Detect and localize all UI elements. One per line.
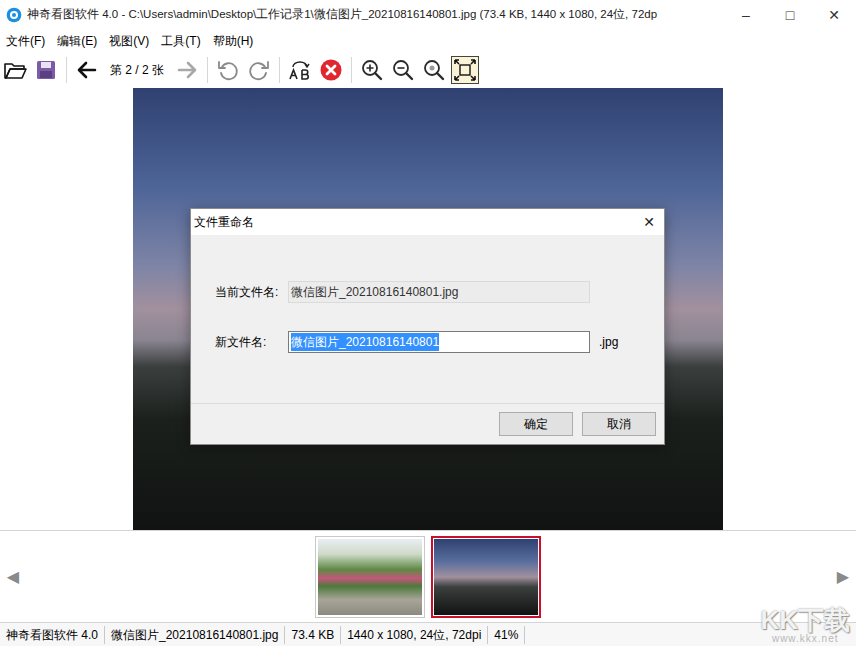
watermark-logo: KK下载 xyxy=(760,607,850,633)
status-cell: 41% xyxy=(488,626,525,644)
zoom-out-button[interactable] xyxy=(389,56,417,84)
minimize-button[interactable]: – xyxy=(724,5,768,26)
save-button[interactable] xyxy=(32,56,60,84)
thumbnail-image xyxy=(434,539,538,615)
menu-item[interactable]: 帮助(H) xyxy=(207,29,260,53)
thumbnail-list xyxy=(22,536,834,618)
delete-button[interactable] xyxy=(317,56,345,84)
thumbnail[interactable] xyxy=(431,536,541,618)
folder-open-icon xyxy=(3,58,27,82)
dialog-close-button[interactable]: ✕ xyxy=(634,212,664,233)
rename-icon xyxy=(288,58,312,82)
toolbar-separator xyxy=(351,57,352,83)
close-button[interactable]: ✕ xyxy=(812,5,856,26)
rename-dialog: 文件重命名✕当前文件名:微信图片_20210816140801.jpg新文件名:… xyxy=(190,208,665,445)
thumbnail-prev-button[interactable]: ◀ xyxy=(4,565,22,589)
thumbnail-next-button[interactable]: ▶ xyxy=(834,565,852,589)
new-name-row: 新文件名:微信图片_20210816140801 .jpg xyxy=(215,331,640,353)
current-name-label: 当前文件名: xyxy=(215,283,288,301)
status-cell: 1440 x 1080, 24位, 72dpi xyxy=(341,626,488,644)
app-window: 神奇看图软件 4.0 - C:\Users\admin\Desktop\工作记录… xyxy=(0,0,856,646)
zoom-in-button[interactable] xyxy=(358,56,386,84)
status-cell: 73.4 KB xyxy=(285,626,341,644)
rename-button[interactable] xyxy=(286,56,314,84)
arrow-right-icon xyxy=(175,58,199,82)
rotate-left-icon xyxy=(216,58,240,82)
ok-button[interactable]: 确定 xyxy=(499,412,573,436)
status-cell: 神奇看图软件 4.0 xyxy=(0,626,105,644)
new-name-input[interactable]: 微信图片_20210816140801 xyxy=(288,331,590,353)
window-title: 神奇看图软件 4.0 - C:\Users\admin\Desktop\工作记录… xyxy=(27,6,724,23)
maximize-button[interactable]: □ xyxy=(768,5,812,26)
toolbar-separator xyxy=(279,57,280,83)
zoom-actual-button[interactable] xyxy=(420,56,448,84)
toolbar-separator xyxy=(207,57,208,83)
menu-item[interactable]: 编辑(E) xyxy=(51,29,103,53)
menu-item[interactable]: 文件(F) xyxy=(0,29,51,53)
fit-screen-icon xyxy=(453,58,477,82)
menu-item[interactable]: 工具(T) xyxy=(155,29,206,53)
rotate-right-icon xyxy=(247,58,271,82)
next-button xyxy=(173,56,201,84)
open-button[interactable] xyxy=(1,56,29,84)
current-name-field: 微信图片_20210816140801.jpg xyxy=(288,281,590,303)
zoom-in-icon xyxy=(360,58,384,82)
current-name-row: 当前文件名:微信图片_20210816140801.jpg xyxy=(215,281,640,303)
arrow-left-icon xyxy=(75,58,99,82)
thumbnail-strip: ◀▶ xyxy=(0,530,856,622)
dialog-body: 当前文件名:微信图片_20210816140801.jpg新文件名:微信图片_2… xyxy=(191,235,664,403)
prev-button[interactable] xyxy=(73,56,101,84)
rotate-right-button[interactable] xyxy=(245,56,273,84)
menu-item[interactable]: 视图(V) xyxy=(103,29,155,53)
watermark: KK下载www.kkx.net xyxy=(760,607,850,644)
toolbar: 第 2 / 2 张 xyxy=(0,52,856,88)
status-cell: 微信图片_20210816140801.jpg xyxy=(105,626,285,644)
floppy-disk-icon xyxy=(34,58,58,82)
dialog-footer: 确定取消 xyxy=(191,403,664,444)
page-counter: 第 2 / 2 张 xyxy=(104,60,170,80)
menu-bar: 文件(F)编辑(E)视图(V)工具(T)帮助(H) xyxy=(0,30,856,52)
thumbnail[interactable] xyxy=(315,536,425,618)
dialog-title-bar: 文件重命名 ✕ xyxy=(191,209,664,235)
rotate-left-button[interactable] xyxy=(214,56,242,84)
dialog-title: 文件重命名 xyxy=(194,213,254,231)
extension-label: .jpg xyxy=(599,333,618,351)
new-name-value: 微信图片_20210816140801 xyxy=(291,333,439,351)
zoom-out-icon xyxy=(391,58,415,82)
cancel-button[interactable]: 取消 xyxy=(582,412,656,436)
thumbnail-image xyxy=(318,539,422,615)
status-bar: 神奇看图软件 4.0微信图片_20210816140801.jpg73.4 KB… xyxy=(0,622,856,646)
new-name-label: 新文件名: xyxy=(215,333,288,351)
app-logo-icon xyxy=(6,7,22,23)
zoom-actual-icon xyxy=(422,58,446,82)
toolbar-separator xyxy=(66,57,67,83)
title-bar: 神奇看图软件 4.0 - C:\Users\admin\Desktop\工作记录… xyxy=(0,0,856,30)
delete-icon xyxy=(319,58,343,82)
fit-screen-button[interactable] xyxy=(451,56,479,84)
watermark-url: www.kkx.net xyxy=(760,634,850,644)
